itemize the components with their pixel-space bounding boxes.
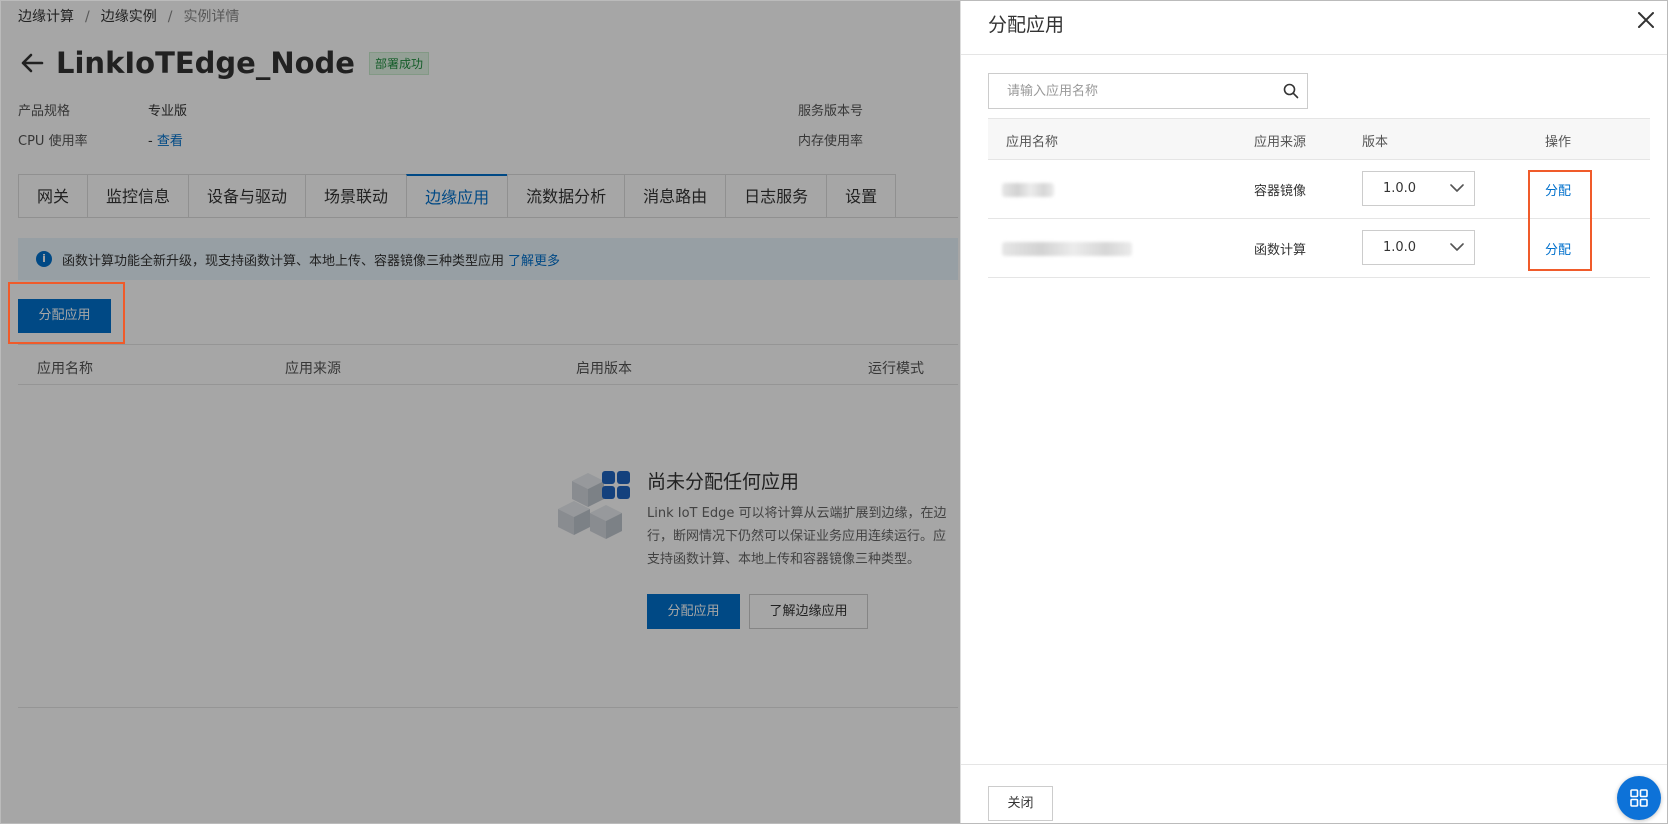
assign-link[interactable]: 分配 [1545, 239, 1571, 258]
version-select[interactable]: 1.0.0 [1362, 230, 1475, 265]
version-select-value: 1.0.0 [1383, 181, 1417, 196]
search-icon[interactable] [1283, 83, 1299, 99]
drawer-column-app-source: 应用来源 [1254, 135, 1307, 150]
chevron-down-icon [1450, 243, 1464, 251]
modal-overlay[interactable] [0, 0, 960, 824]
chevron-down-icon [1450, 184, 1464, 192]
close-button[interactable]: 关闭 [988, 786, 1053, 821]
row-app-source: 容器镜像 [1254, 184, 1307, 199]
app-search-input[interactable] [989, 74, 1269, 108]
grid-icon [1630, 789, 1648, 807]
redacted-app-name [1002, 242, 1132, 256]
version-select[interactable]: 1.0.0 [1362, 171, 1475, 206]
drawer-title: 分配应用 [988, 14, 1065, 36]
table-row: 容器镜像 1.0.0 分配 [988, 160, 1650, 219]
close-icon[interactable] [1636, 10, 1656, 30]
table-row: 函数计算 1.0.0 分配 [988, 219, 1650, 278]
floating-menu-button[interactable] [1617, 776, 1661, 820]
drawer-column-app-name: 应用名称 [1006, 135, 1059, 150]
drawer-footer-divider [961, 764, 1668, 765]
version-select-value: 1.0.0 [1383, 240, 1417, 255]
redacted-app-name [1002, 183, 1054, 197]
drawer-header-divider [961, 54, 1668, 55]
app-search-box [988, 73, 1308, 109]
drawer-column-version: 版本 [1362, 135, 1389, 150]
drawer-table-header: 应用名称 应用来源 版本 操作 [988, 118, 1650, 160]
row-app-source: 函数计算 [1254, 243, 1307, 258]
drawer-column-action: 操作 [1545, 135, 1572, 150]
assign-link[interactable]: 分配 [1545, 180, 1571, 199]
assign-app-drawer: 分配应用 应用名称 应用来源 版本 操作 容器镜像 1.0.0 分配 函数计算 … [960, 0, 1668, 824]
